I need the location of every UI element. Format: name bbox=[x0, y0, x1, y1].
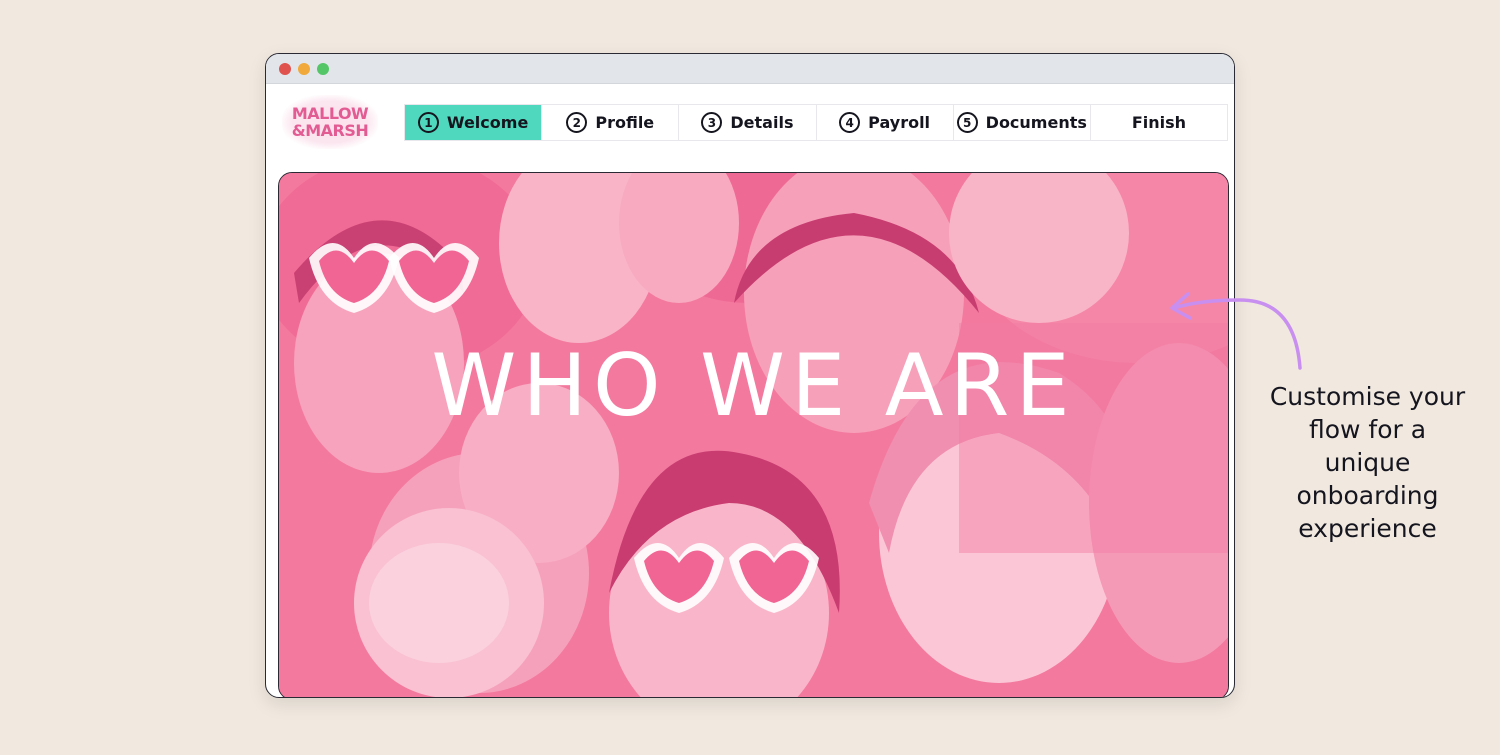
step-label: Finish bbox=[1131, 113, 1187, 132]
minimize-window-dot[interactable] bbox=[298, 63, 310, 75]
annotation-line: unique bbox=[1324, 448, 1411, 477]
close-window-dot[interactable] bbox=[279, 63, 291, 75]
browser-titlebar bbox=[266, 54, 1234, 84]
step-label: Profile bbox=[595, 113, 655, 132]
step-number-badge: 5 bbox=[956, 112, 978, 133]
hero-banner: WHO WE ARE bbox=[278, 172, 1229, 697]
step-number-badge: 3 bbox=[701, 112, 723, 133]
step-documents[interactable]: 5 Documents bbox=[954, 105, 1091, 140]
step-details[interactable]: 3 Details bbox=[679, 105, 817, 140]
logo-line-1: MALLOW bbox=[291, 104, 369, 123]
hero-title: WHO WE ARE bbox=[431, 336, 1076, 436]
step-number-badge: 4 bbox=[839, 112, 861, 133]
step-label: Payroll bbox=[868, 113, 931, 132]
step-label: Documents bbox=[985, 113, 1087, 132]
annotation-line: Customise your bbox=[1269, 382, 1466, 411]
step-number-badge: 1 bbox=[417, 112, 439, 133]
step-number-badge: 2 bbox=[566, 112, 588, 133]
step-finish[interactable]: Finish bbox=[1091, 105, 1227, 140]
brand-logo[interactable]: MALLOW &MARSH bbox=[282, 95, 378, 149]
step-welcome[interactable]: 1 Welcome bbox=[405, 105, 543, 140]
step-label: Details bbox=[730, 113, 794, 132]
step-profile[interactable]: 2 Profile bbox=[542, 105, 680, 140]
onboarding-steps: 1 Welcome 2 Profile 3 Details 4 Payroll … bbox=[404, 104, 1228, 141]
annotation-callout: Customise your flow for a unique onboard… bbox=[1245, 380, 1490, 545]
annotation-line: flow for a bbox=[1308, 415, 1427, 444]
annotation-line: onboarding bbox=[1296, 481, 1439, 510]
logo-line-2: &MARSH bbox=[291, 121, 369, 140]
annotation-arrow-icon bbox=[1170, 292, 1302, 370]
maximize-window-dot[interactable] bbox=[317, 63, 329, 75]
step-payroll[interactable]: 4 Payroll bbox=[817, 105, 954, 140]
browser-window: MALLOW &MARSH 1 Welcome 2 Profile 3 Deta… bbox=[265, 53, 1235, 698]
annotation-line: experience bbox=[1298, 514, 1437, 543]
step-label: Welcome bbox=[446, 113, 529, 132]
